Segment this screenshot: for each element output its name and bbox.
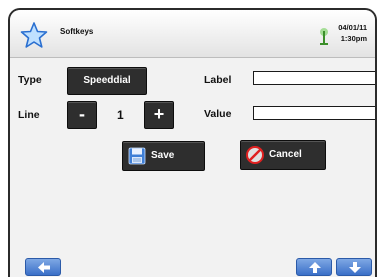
page-title: Softkeys <box>60 27 94 36</box>
type-select-button[interactable]: Speeddial <box>67 67 147 95</box>
label-field[interactable] <box>253 71 375 85</box>
save-disk-icon <box>128 147 146 165</box>
date-text: 04/01/11 <box>338 23 367 32</box>
footer-nav <box>10 255 375 277</box>
date-time: 04/01/11 1:30pm <box>338 22 367 44</box>
line-value: 1 <box>117 108 124 122</box>
line-label: Line <box>18 109 40 121</box>
phone-screen: Softkeys 04/01/11 1:30pm Type Speeddial … <box>8 8 377 277</box>
arrow-up-icon <box>309 262 321 273</box>
header-bar: Softkeys 04/01/11 1:30pm <box>10 10 375 58</box>
line-increment-button[interactable]: + <box>144 101 174 129</box>
scroll-down-button[interactable] <box>336 258 372 276</box>
star-icon <box>20 22 48 48</box>
cancel-button-label: Cancel <box>269 149 302 160</box>
scroll-up-button[interactable] <box>296 258 332 276</box>
cancel-button[interactable]: Cancel <box>240 140 326 170</box>
time-text: 1:30pm <box>340 34 367 43</box>
save-button-label: Save <box>151 150 175 161</box>
arrow-left-icon <box>38 262 50 273</box>
arrow-down-icon <box>349 262 361 273</box>
softkey-form: Type Speeddial Label Line - 1 + Value Sa… <box>10 59 375 255</box>
save-button[interactable]: Save <box>122 141 205 171</box>
signal-antenna-icon <box>320 28 328 45</box>
cancel-icon <box>246 146 264 164</box>
value-field[interactable] <box>253 106 375 120</box>
type-label: Type <box>18 74 42 86</box>
value-label: Value <box>204 108 232 120</box>
line-decrement-button[interactable]: - <box>67 101 97 129</box>
label-label: Label <box>204 74 232 86</box>
back-button[interactable] <box>25 258 61 276</box>
